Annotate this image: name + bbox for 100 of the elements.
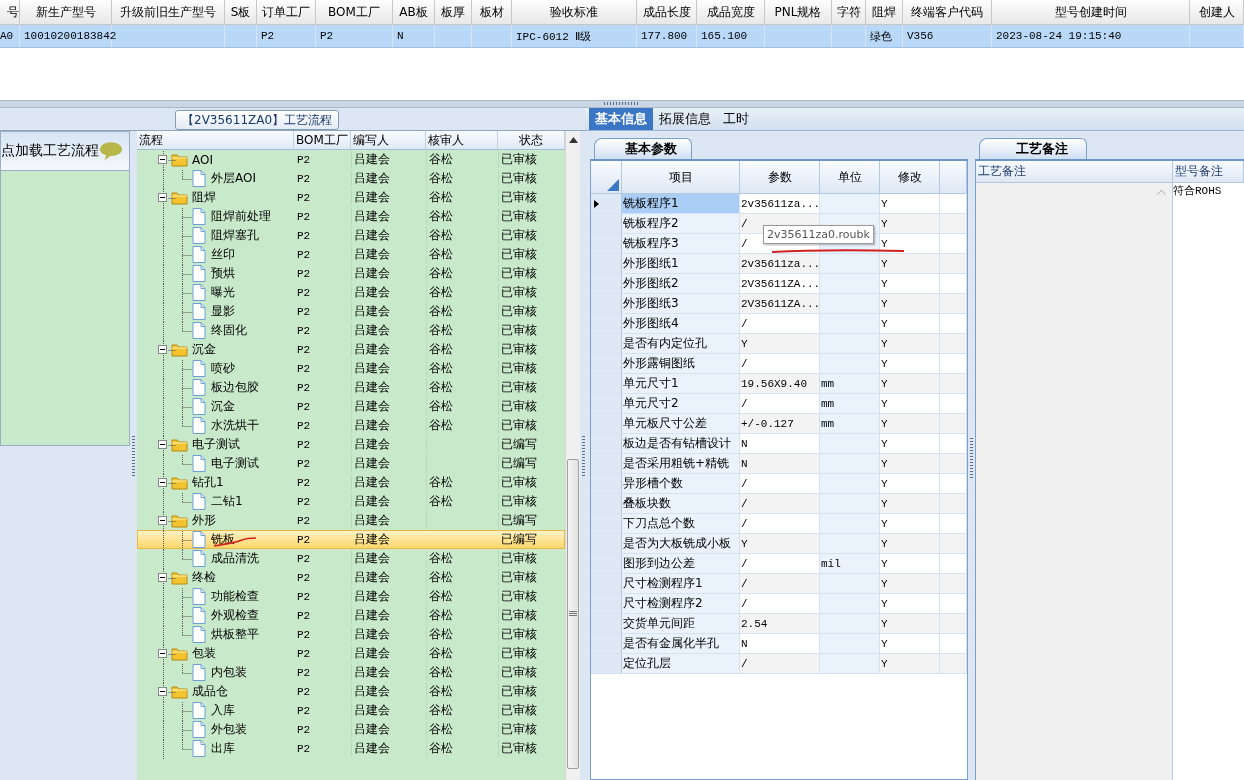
table-cell: / [740, 654, 820, 673]
table-row[interactable]: A0 10010200183842 P2 P2 N IPC-6012 Ⅱ级 177.800 165.100 绿色 V356 2023-08-24 19:15:40 [0, 25, 1244, 48]
table-cell[interactable]: 叠板块数 [622, 494, 740, 513]
table-cell: 谷松 [429, 626, 453, 643]
collapse-toggle[interactable] [158, 155, 167, 164]
column-header[interactable]: 成品长度 [637, 0, 697, 24]
table-cell: / [740, 574, 820, 593]
column-header[interactable]: 创建人 [1190, 0, 1244, 24]
column-header[interactable]: 号 [0, 0, 20, 24]
folder-icon [171, 152, 188, 167]
tab[interactable]: 工艺备注 [979, 138, 1087, 159]
table-cell[interactable]: 外形图纸3 [622, 294, 740, 313]
collapse-toggle[interactable] [158, 478, 167, 487]
column-header[interactable]: 工艺备注 [976, 161, 1173, 183]
collapse-toggle[interactable] [158, 193, 167, 202]
table-cell[interactable]: 尺寸检测程序2 [622, 594, 740, 613]
table-cell: 谷松 [429, 493, 453, 510]
scrollbar[interactable] [565, 131, 580, 780]
table-cell: 谷松 [429, 189, 453, 206]
tab[interactable]: 基本信息 [589, 108, 653, 130]
column-header[interactable]: AB板 [393, 0, 435, 24]
column-header[interactable]: 新生产型号 [20, 0, 112, 24]
column-header[interactable]: 编写人 [351, 131, 426, 149]
table-cell: P2 [297, 552, 311, 565]
splitter-grip[interactable] [604, 102, 640, 105]
tab[interactable]: 拓展信息 [653, 108, 717, 130]
table-cell[interactable]: 尺寸检测程序1 [622, 574, 740, 593]
table-cell[interactable]: 交货单元间距 [622, 614, 740, 633]
column-header[interactable]: 订单工厂 [257, 0, 316, 24]
column-header[interactable]: 单位 [820, 161, 880, 193]
table-cell-text: 10010200183842 [23, 30, 118, 42]
table-cell[interactable]: 是否为大板铣成小板 [622, 534, 740, 553]
column-header[interactable]: 验收标准 [512, 0, 637, 24]
column-header[interactable]: S板 [225, 0, 257, 24]
column-header[interactable]: BOM工厂 [294, 131, 351, 149]
column-header[interactable]: 成品宽度 [697, 0, 765, 24]
collapse-toggle[interactable] [158, 687, 167, 696]
collapse-toggle[interactable] [158, 649, 167, 658]
column-header[interactable]: 型号备注 [1173, 161, 1244, 183]
table-cell: 谷松 [429, 417, 453, 434]
table-cell[interactable]: 是否有内定位孔 [622, 334, 740, 353]
tree-line [163, 721, 192, 740]
folder-icon [171, 646, 188, 661]
column-header[interactable]: BOM工厂 [316, 0, 393, 24]
column-header[interactable]: 流程 [137, 131, 294, 149]
table-cell: 已审核 [501, 493, 537, 510]
table-cell: 谷松 [429, 303, 453, 320]
tab[interactable]: 工时 [717, 108, 755, 130]
column-header[interactable]: 阻焊 [866, 0, 903, 24]
table-cell[interactable]: 是否采用粗铣+精铣 [622, 454, 740, 473]
table-cell: 谷松 [429, 284, 453, 301]
table-cell: Y [880, 334, 940, 353]
column-header[interactable]: 型号创建时间 [992, 0, 1190, 24]
table-cell[interactable]: 外形露铜图纸 [622, 354, 740, 373]
table-cell[interactable]: 外形图纸2 [622, 274, 740, 293]
table-cell: 吕建会 [354, 664, 390, 681]
table-cell[interactable]: 定位孔层 [622, 654, 740, 673]
table-cell[interactable]: 铣板程序1 [622, 194, 740, 213]
table-cell[interactable]: 单元尺寸1 [622, 374, 740, 393]
document-icon [192, 360, 206, 377]
splitter-grip[interactable] [582, 435, 585, 476]
column-header[interactable]: 项目 [622, 161, 740, 193]
table-cell[interactable]: 铣板程序3 [622, 234, 740, 253]
table-cell[interactable]: 单元板尺寸公差 [622, 414, 740, 433]
table-cell[interactable]: 图形到边公差 [622, 554, 740, 573]
table-cell[interactable]: 外形图纸4 [622, 314, 740, 333]
table-cell[interactable]: 异形槽个数 [622, 474, 740, 493]
scroll-up-icon[interactable] [568, 137, 578, 143]
table-cell: 谷松 [429, 151, 453, 168]
table-cell: 谷松 [429, 683, 453, 700]
collapse-toggle[interactable] [158, 573, 167, 582]
column-header[interactable]: 参数 [740, 161, 820, 193]
column-header[interactable]: 板厚 [435, 0, 472, 24]
collapse-toggle[interactable] [158, 516, 167, 525]
loader-header[interactable]: 点加载工艺流程 [0, 131, 130, 171]
splitter-grip[interactable] [970, 437, 973, 478]
table-cell[interactable]: 板边是否有钻槽设计 [622, 434, 740, 453]
scroll-thumb[interactable] [567, 459, 579, 769]
column-header[interactable]: 字符 [832, 0, 866, 24]
column-header[interactable]: 终端客户代码 [903, 0, 992, 24]
tab[interactable]: 基本参数 [594, 138, 692, 159]
splitter-grip[interactable] [132, 435, 135, 476]
table-cell: 吕建会 [354, 607, 390, 624]
collapse-toggle[interactable] [158, 345, 167, 354]
collapse-toggle[interactable] [158, 440, 167, 449]
table-cell[interactable]: 单元尺寸2 [622, 394, 740, 413]
table-cell: P2 [297, 666, 311, 679]
table-cell: 谷松 [429, 550, 453, 567]
column-header[interactable]: 修改 [880, 161, 940, 193]
note-field[interactable]: 符合ROHS [1173, 183, 1244, 780]
table-cell[interactable]: 下刀点总个数 [622, 514, 740, 533]
table-cell[interactable]: 外形图纸1 [622, 254, 740, 273]
table-cell[interactable]: 铣板程序2 [622, 214, 740, 233]
column-header[interactable]: 升级前旧生产型号 [112, 0, 225, 24]
row-header[interactable] [591, 194, 622, 213]
column-header[interactable]: 板材 [472, 0, 512, 24]
table-cell[interactable]: 是否有金属化半孔 [622, 634, 740, 653]
note-field[interactable] [976, 183, 1173, 780]
column-header[interactable]: 核审人 [426, 131, 498, 149]
column-header[interactable]: PNL规格 [765, 0, 832, 24]
